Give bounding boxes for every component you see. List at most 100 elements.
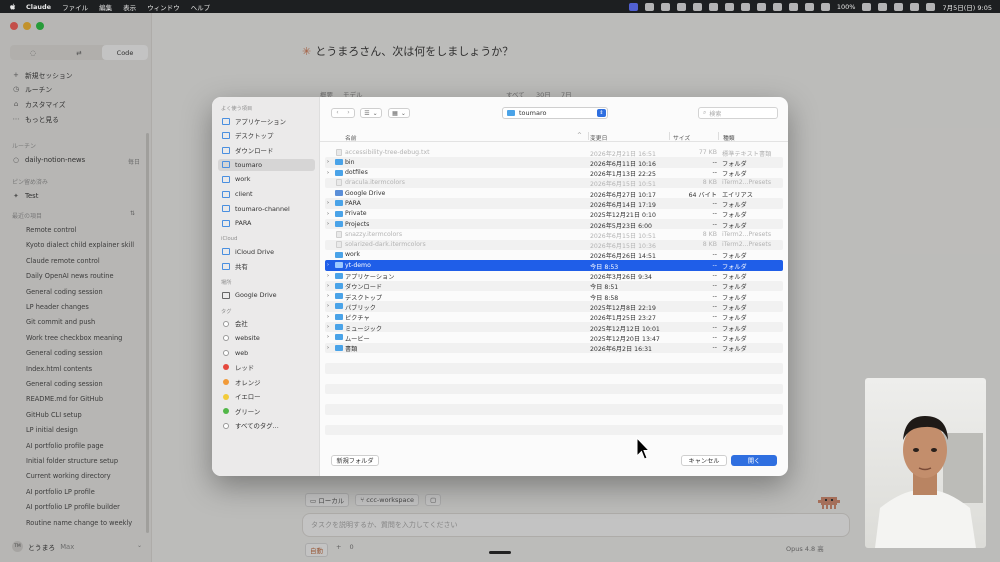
group-button[interactable]: ▦ ⌄ (388, 108, 410, 118)
disclosure-triangle-icon[interactable]: › (327, 159, 329, 165)
new-folder-button[interactable]: 新規フォルダ (331, 455, 379, 466)
back-button[interactable]: ‹ (332, 109, 343, 117)
file-row[interactable]: › ピクチャ 2026年1月25日 23:27 -- フォルダ (325, 312, 783, 322)
open-button[interactable]: 開く (731, 455, 777, 466)
screen-record-icon[interactable] (628, 2, 638, 11)
disclosure-triangle-icon[interactable]: › (327, 262, 329, 268)
file-kind: フォルダ (722, 160, 747, 168)
disclosure-triangle-icon[interactable]: › (327, 221, 329, 227)
sidebar-item[interactable]: work (218, 173, 315, 185)
document-icon (336, 148, 342, 156)
cancel-button[interactable]: キャンセル (681, 455, 727, 466)
status-icon[interactable] (660, 2, 670, 11)
disclosure-triangle-icon[interactable]: › (327, 324, 329, 330)
github-icon[interactable] (724, 2, 734, 11)
display-icon[interactable] (772, 2, 782, 11)
column-name[interactable]: 名前 (345, 133, 357, 142)
user-icon[interactable] (820, 2, 830, 11)
column-size[interactable]: サイズ (673, 133, 690, 142)
file-row[interactable]: › Projects 2026年5月23日 6:00 -- フォルダ (325, 219, 783, 230)
menu-edit[interactable]: 編集 (99, 2, 112, 12)
sidebar-item[interactable]: toumaro-channel (218, 203, 315, 215)
control-center-icon[interactable] (910, 2, 920, 11)
file-row[interactable]: › Private 2025年12月21日 0:10 -- フォルダ (325, 209, 783, 219)
file-row[interactable]: Google Drive 2026年6月27日 10:17 64 バイト エイリアス (325, 188, 783, 199)
battery-icon[interactable] (862, 2, 872, 11)
sidebar-item-label: 共有 (235, 262, 248, 271)
menu-help[interactable]: ヘルプ (191, 2, 211, 12)
disclosure-triangle-icon[interactable]: › (327, 211, 329, 217)
sidebar-item[interactable]: web (218, 347, 315, 359)
file-row[interactable]: › ダウンロード 今日 8:51 -- フォルダ (325, 280, 783, 292)
apple-icon[interactable] (8, 3, 18, 11)
sidebar-item[interactable]: オレンジ (218, 376, 315, 388)
disclosure-triangle-icon[interactable]: › (327, 314, 329, 320)
app-icon[interactable] (708, 2, 718, 11)
disclosure-triangle-icon[interactable]: › (327, 293, 329, 299)
file-row[interactable]: › PARA 2026年6月14日 17:19 -- フォルダ (325, 198, 783, 209)
search-field[interactable]: ⌕ 検索 (698, 107, 778, 119)
column-date[interactable]: 変更日 (590, 133, 607, 142)
sidebar-item[interactable]: Google Drive (218, 289, 315, 301)
file-row[interactable]: work 2026年6月26日 14:51 -- フォルダ (325, 250, 783, 260)
file-row[interactable]: › 書類 2026年6月2日 16:31 -- フォルダ (325, 342, 783, 353)
file-row[interactable]: › デスクトップ 今日 8:58 -- フォルダ (325, 291, 783, 302)
file-row[interactable]: › ムービー 2025年12月20日 13:47 -- フォルダ (325, 332, 783, 343)
notion-icon[interactable] (740, 2, 750, 11)
list-view-button[interactable]: ☰ ⌄ (360, 108, 382, 118)
status-area: 100% 7月5日(日) 9:05 (628, 0, 992, 13)
sidebar-item[interactable]: PARA (218, 217, 315, 229)
sidebar-item[interactable]: website (218, 332, 315, 344)
alias-folder-icon (335, 190, 343, 197)
sidebar-item[interactable]: toumaro (218, 158, 315, 171)
disclosure-triangle-icon[interactable]: › (327, 170, 329, 176)
sidebar-item[interactable]: イエロー (218, 391, 315, 403)
siri-icon[interactable] (926, 2, 936, 11)
sidebar-item[interactable]: client (218, 188, 315, 200)
sidebar-item[interactable]: グリーン (218, 405, 315, 417)
search-icon[interactable] (894, 2, 904, 11)
file-row[interactable]: › ミュージック 2025年12月12日 10:01 -- フォルダ (325, 322, 783, 333)
sidebar-item[interactable]: デスクトップ (218, 130, 315, 142)
forward-button[interactable]: › (343, 109, 354, 117)
file-row[interactable]: › yt-demo 今日 8:53 -- フォルダ (325, 260, 783, 271)
file-size: -- (712, 323, 717, 331)
wifi-icon[interactable] (878, 2, 888, 11)
disclosure-triangle-icon[interactable]: › (327, 334, 329, 340)
column-kind[interactable]: 種類 (723, 133, 735, 142)
empty-row (325, 374, 783, 384)
chat-icon[interactable] (676, 2, 686, 11)
file-row[interactable]: › パブリック 2025年12月8日 22:19 -- フォルダ (325, 301, 783, 312)
clock[interactable]: 7月5日(日) 9:05 (942, 2, 992, 12)
file-row[interactable]: › bin 2026年6月11日 10:16 -- フォルダ (325, 157, 783, 168)
sidebar-item-label: レッド (235, 363, 255, 372)
link-icon[interactable] (692, 2, 702, 11)
disclosure-triangle-icon[interactable]: › (327, 283, 329, 289)
sidebar-item[interactable]: アプリケーション (218, 115, 315, 127)
file-row[interactable]: › dotfiles 2026年1月13日 22:25 -- フォルダ (325, 168, 783, 178)
keyboard-icon[interactable] (804, 2, 814, 11)
disclosure-triangle-icon[interactable]: › (327, 345, 329, 351)
menu-window[interactable]: ウィンドウ (147, 2, 180, 12)
menu-file[interactable]: ファイル (62, 2, 88, 12)
disclosure-triangle-icon[interactable]: › (327, 303, 329, 309)
sidebar-item[interactable]: すべてのタグ... (218, 420, 315, 432)
brightness-icon[interactable] (644, 2, 654, 11)
search-placeholder: 検索 (709, 110, 722, 118)
location-popup[interactable]: toumaro ⇕ (502, 107, 608, 119)
disclosure-triangle-icon[interactable]: › (327, 273, 329, 279)
sidebar-item[interactable]: 共有 (218, 260, 315, 272)
file-row[interactable]: › アプリケーション 2026年3月26日 9:34 -- フォルダ (325, 271, 783, 281)
disclosure-triangle-icon[interactable]: › (327, 200, 329, 206)
sidebar-item[interactable]: ダウンロード (218, 144, 315, 156)
file-date: 2026年6月26日 14:51 (590, 253, 656, 261)
sidebar-item[interactable]: iCloud Drive (218, 246, 315, 258)
clipboard-icon[interactable] (756, 2, 766, 11)
file-kind: フォルダ (722, 222, 747, 230)
menu-app-name[interactable]: Claude (26, 3, 51, 11)
sync-icon[interactable] (788, 2, 798, 11)
file-name: ダウンロード (345, 284, 383, 292)
sidebar-item[interactable]: レッド (218, 361, 315, 373)
menu-view[interactable]: 表示 (123, 2, 136, 12)
sidebar-item[interactable]: 会社 (218, 318, 315, 330)
